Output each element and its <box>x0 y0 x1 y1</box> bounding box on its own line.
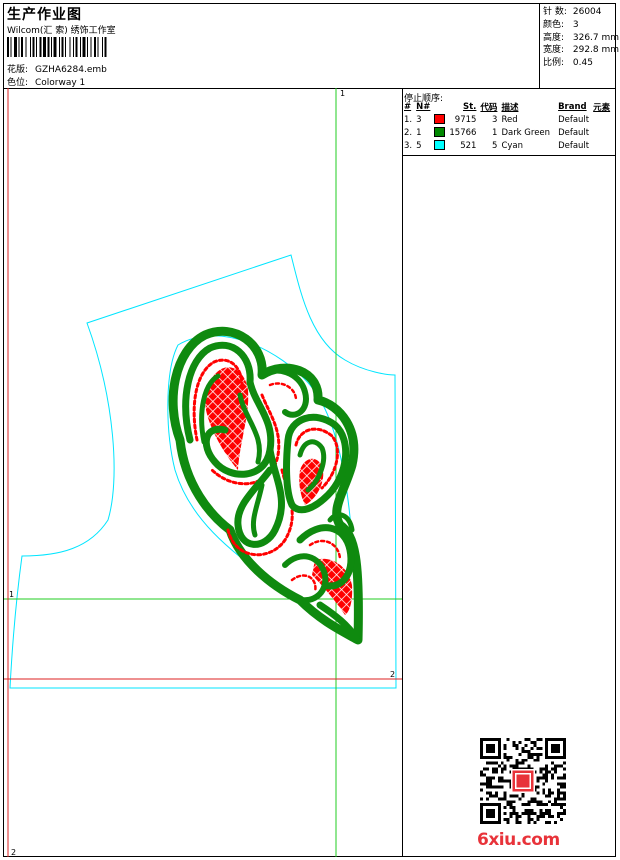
color-swatch <box>434 140 446 151</box>
col-code: 代码 <box>480 102 498 113</box>
design-canvas <box>4 88 402 857</box>
stops-divider <box>402 155 616 156</box>
row-code: 1 <box>492 127 498 138</box>
col-desc: 描述 <box>501 102 519 113</box>
row-n: 1 <box>416 127 422 138</box>
row-n: 5 <box>416 140 422 151</box>
row-num: 1. <box>404 114 413 125</box>
page-title: 生产作业图 <box>7 7 82 23</box>
row-stitches: 9715 <box>454 114 477 125</box>
colorway-label: 色位: <box>7 78 29 88</box>
row-stitches: 15766 <box>449 127 477 138</box>
color-swatch <box>434 127 446 138</box>
scale-value: 0.45 <box>572 58 593 69</box>
col-stitches: St. <box>463 101 477 112</box>
row-brand: Default <box>558 140 590 151</box>
table-row: 1. 3 9715 3 Red Default <box>402 113 612 126</box>
row-num: 2. <box>404 127 413 138</box>
col-num: # <box>404 101 412 112</box>
col-swatch <box>432 100 447 113</box>
colorway-row: 色位: Colorway 1 <box>7 75 85 88</box>
barcode-icon <box>7 37 107 57</box>
scale-label: 比例: <box>543 58 565 69</box>
table-header-row: # N# St. 代码 描述 Brand 元素 <box>402 100 612 113</box>
col-n: N# <box>416 101 431 112</box>
row-code: 5 <box>492 140 498 151</box>
design-label: 花版: <box>7 65 29 75</box>
col-element: 元素 <box>593 102 611 113</box>
row-desc: Cyan <box>501 140 523 151</box>
spec-panel: 针 数: 26004 颜色: 3 高度: 326.7 mm 宽度: 292.8 … <box>543 6 619 70</box>
color-swatch <box>434 114 446 125</box>
row-code: 3 <box>492 114 498 125</box>
qr-code-icon <box>480 738 566 824</box>
row-brand: Default <box>558 114 590 125</box>
design-row: 花版: GZHA6284.emb <box>7 62 107 75</box>
guide-label-v1: 1 <box>340 89 346 98</box>
col-brand: Brand <box>558 101 587 112</box>
table-row: 3. 5 521 5 Cyan Default <box>402 139 612 152</box>
row-stitches: 521 <box>460 140 477 151</box>
stop-sequence-table: # N# St. 代码 描述 Brand 元素 1. 3 9715 3 Red … <box>402 100 612 152</box>
colors-label: 颜色: <box>543 19 565 30</box>
table-row: 2. 1 15766 1 Dark Green Default <box>402 126 612 139</box>
colors-value: 3 <box>572 19 579 30</box>
row-desc: Dark Green <box>501 127 551 138</box>
garment-outline <box>9 254 397 689</box>
guide-label-v2: 2 <box>11 848 17 857</box>
guide-label-h1: 1 <box>9 590 15 599</box>
width-label: 宽度: <box>543 45 565 56</box>
width-value: 292.8 mm <box>572 45 620 56</box>
row-brand: Default <box>558 127 590 138</box>
stitches-label: 针 数: <box>543 7 567 17</box>
height-value: 326.7 mm <box>572 32 620 43</box>
colorway-value: Colorway 1 <box>35 78 86 88</box>
watermark-logo: 6xiu.com <box>477 830 560 850</box>
height-label: 高度: <box>543 32 565 43</box>
row-num: 3. <box>404 140 413 151</box>
row-n: 3 <box>416 114 422 125</box>
specs-divider <box>539 3 540 88</box>
guide-label-h2: 2 <box>390 670 396 679</box>
studio-name: Wilcom(汇 索) 绣饰工作室 <box>7 26 116 36</box>
embroidery-motif <box>168 326 363 645</box>
stitches-value: 26004 <box>572 7 602 17</box>
design-value: GZHA6284.emb <box>35 65 107 75</box>
sidebar-divider <box>402 88 403 857</box>
row-desc: Red <box>501 114 518 125</box>
